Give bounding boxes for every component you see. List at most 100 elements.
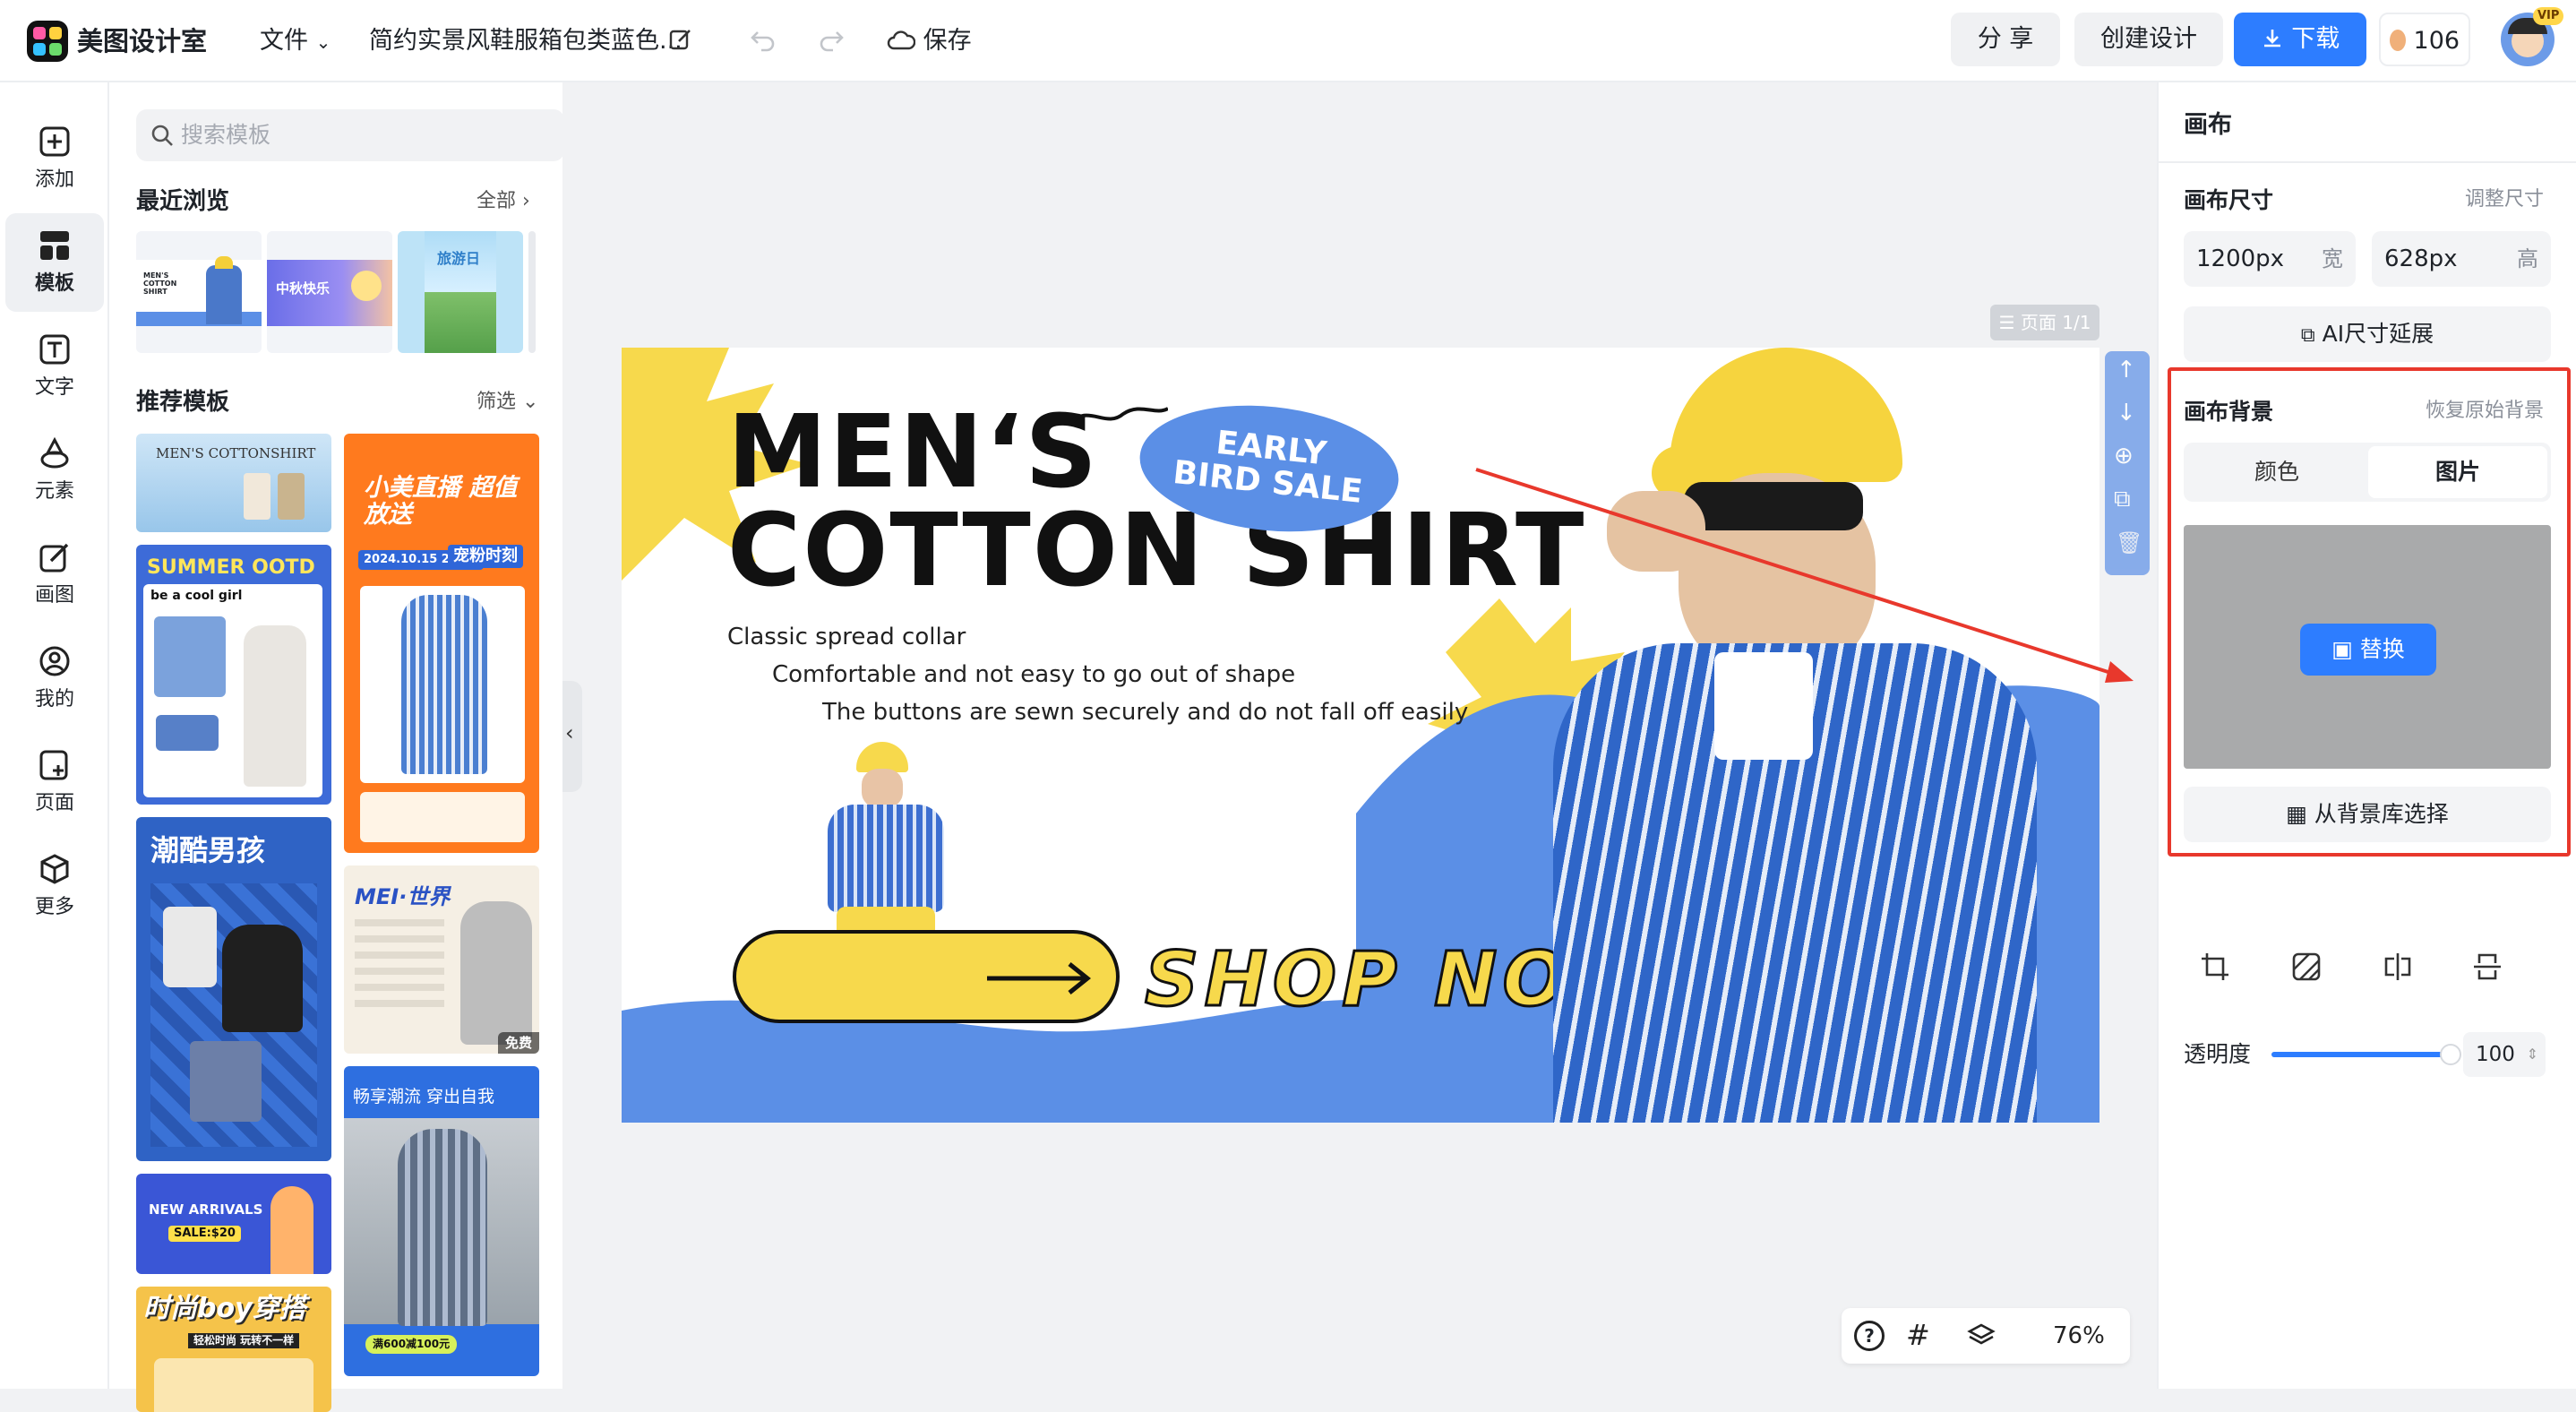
width-value: 1200px [2196,245,2285,272]
filter-label: 筛选 [477,391,517,413]
edit-title-icon[interactable] [668,27,693,52]
nav-label-draw: 画图 [34,584,74,607]
tab-image[interactable]: 图片 [2368,446,2547,498]
bg-library-label: 从背景库选择 [2314,801,2449,827]
template-card-4[interactable]: 潮酷男孩 [136,817,331,1161]
tab-color[interactable]: 颜色 [2187,446,2366,498]
recent-thumb-1[interactable]: MEN'S COTTON SHIRT [136,231,262,353]
page-indicator-label: 页面 1/1 [2020,312,2091,333]
template-card-5-title: MEI·世界 [355,884,451,909]
duplicate-page-icon[interactable]: ⧉ [2114,486,2131,513]
recent-all-label: 全部 [477,190,517,212]
document-title[interactable]: 简约实景风鞋服箱包类蓝色... [369,25,683,57]
recent-thumb-2[interactable]: 中秋快乐 [267,231,392,353]
nav-label-mine: 我的 [34,688,74,710]
nav-item-add[interactable]: 添加 [5,109,104,208]
template-card-5[interactable]: MEI·世界 免费 [344,865,539,1054]
opacity-slider[interactable] [2271,1044,2461,1065]
grid-icon[interactable]: # [1906,1315,1930,1355]
height-value: 628px [2384,245,2458,272]
template-card-1[interactable]: MEN'S COTTONSHIRT [136,434,331,532]
nav-item-pages[interactable]: 页面 [5,733,104,831]
width-unit: 宽 [2322,246,2343,271]
nav-label-text: 文字 [34,376,74,399]
template-card-2-sub: 宠粉时刻 [448,545,523,568]
stepper-icon[interactable]: ⇕ [2527,1032,2538,1077]
properties-panel: 画布 画布尺寸 调整尺寸 1200px 宽 628px 高 ⧉ AI尺寸延展 画… [2157,82,2576,1389]
bg-image-preview[interactable]: ▣ 替换 [2184,525,2551,769]
width-field[interactable]: 1200px 宽 [2184,231,2356,287]
nav-item-mine[interactable]: 我的 [5,629,104,728]
nav-item-more[interactable]: 更多 [5,837,104,935]
bg-library-button[interactable]: ▦ 从背景库选择 [2184,787,2551,842]
cube-icon [40,854,69,884]
headline-mens[interactable]: MEN‘S [727,402,1099,503]
opacity-slider-fill [2271,1052,2451,1057]
flip-horizontal-icon[interactable] [2383,951,2413,982]
bullet-1[interactable]: Classic spread collar [727,622,966,652]
recent-title: 最近浏览 [136,188,230,215]
adjust-size-link[interactable]: 调整尺寸 [2465,186,2544,213]
bullet-3[interactable]: The buttons are sewn securely and do not… [822,697,1468,728]
undo-icon[interactable] [749,25,777,54]
zoom-level[interactable]: 76% [2053,1319,2105,1353]
nav-item-template[interactable]: 模板 [5,213,104,312]
template-card-8[interactable]: 时尚boy穿搭 轻松时尚 玩转不一样 [136,1287,331,1412]
template-card-6-foot: 满600减100元 [365,1335,458,1355]
download-button[interactable]: 下载 [2234,13,2366,66]
nav-item-elements[interactable]: 元素 [5,421,104,520]
create-design-button[interactable]: 创建设计 [2074,13,2223,66]
ai-extend-label: AI尺寸延展 [2322,321,2434,347]
help-icon[interactable]: ? [1854,1321,1885,1351]
collapse-panel-handle[interactable]: ‹ [562,681,582,792]
flip-vertical-icon[interactable] [2472,951,2503,982]
opacity-slider-knob[interactable] [2440,1044,2461,1065]
model-photo-large[interactable] [1481,348,2099,1123]
filter-button[interactable]: 筛选 ⌄ [477,387,538,418]
layers-icon[interactable] [1967,1322,1996,1350]
save-label: 保存 [923,27,972,55]
delete-page-icon[interactable]: 🗑 [2116,530,2142,555]
bullet-2[interactable]: Comfortable and not easy to go out of sh… [772,659,1295,690]
page-indicator[interactable]: ☰ 页面 1/1 [1990,305,2099,340]
template-grid-icon [40,231,69,260]
design-canvas[interactable]: MEN‘S COTTON SHIRT EARLY BIRD SALE Class… [622,348,2099,1123]
ai-extend-button[interactable]: ⧉ AI尺寸延展 [2184,306,2551,362]
template-card-7[interactable]: NEW ARRIVALS SALE:$20 [136,1174,331,1274]
credits-button[interactable]: 106 [2379,13,2470,66]
template-card-3[interactable]: SUMMER OOTD be a cool girl [136,545,331,805]
chevron-down-icon: ⌄ [315,31,331,53]
cta-pill[interactable] [733,930,1120,1023]
crop-icon[interactable] [2200,951,2230,982]
nav-item-text[interactable]: 文字 [5,317,104,416]
restore-bg-link[interactable]: 恢复原始背景 [2426,398,2544,425]
cloud-icon [887,30,916,50]
recent-all-link[interactable]: 全部 › [477,186,530,217]
divider [2159,161,2576,163]
replace-button[interactable]: ▣ 替换 [2300,624,2436,676]
template-card-3-title: SUMMER OOTD [147,556,315,579]
save-button[interactable]: 保存 [887,25,972,57]
page-add-icon [39,750,68,780]
opacity-input[interactable]: 100 ⇕ [2463,1032,2546,1077]
app-logo[interactable] [27,21,68,62]
app-name: 美图设计室 [77,26,208,56]
top-bar: 美图设计室 文件 ⌄ 简约实景风鞋服箱包类蓝色... 保存 分 享 创建设计 下… [0,0,2576,82]
move-down-icon[interactable]: ↓ [2117,400,2136,426]
headline-cotton-shirt[interactable]: COTTON SHIRT [727,501,1585,601]
bg-type-tabs: 颜色 图片 [2184,443,2551,502]
nav-item-draw[interactable]: 画图 [5,525,104,624]
template-card-2[interactable]: 小美直播 超值放送 2024.10.15 20:00 宠粉时刻 [344,434,539,853]
template-card-8-title: 时尚boy穿搭 [143,1293,306,1324]
texture-icon[interactable] [2291,951,2322,982]
template-card-6[interactable]: 畅享潮流 穿出自我 满600减100元 [344,1066,539,1376]
file-menu[interactable]: 文件 ⌄ [260,25,331,58]
nav-label-pages: 页面 [34,792,74,814]
search-input[interactable]: 搜索模板 [136,109,564,161]
recent-thumb-3[interactable]: 旅游日 [398,231,523,353]
share-button[interactable]: 分 享 [1951,13,2060,66]
move-up-icon[interactable]: ↑ [2117,357,2136,383]
add-page-icon[interactable]: ⊕ [2114,443,2134,469]
redo-icon[interactable] [817,25,846,54]
height-field[interactable]: 628px 高 [2372,231,2551,287]
